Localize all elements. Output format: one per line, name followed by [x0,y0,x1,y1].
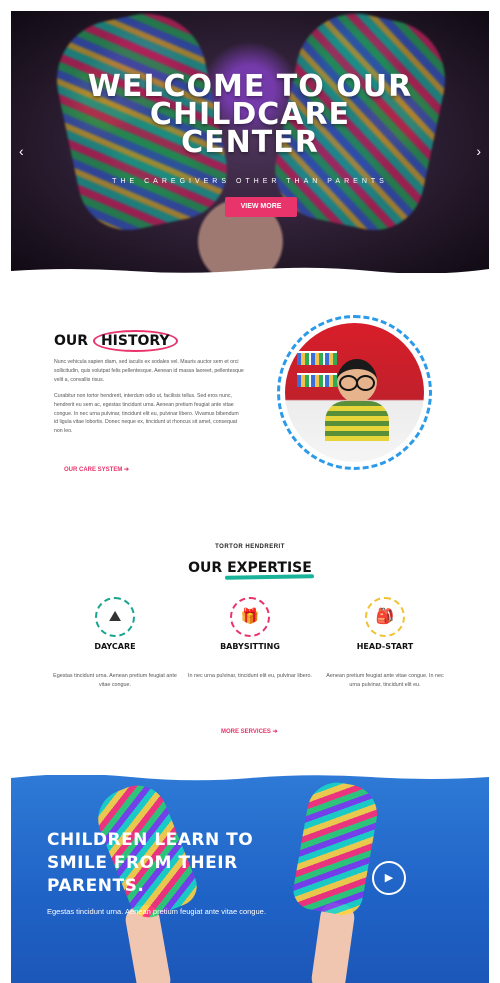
play-icon[interactable]: ▶ [372,861,406,895]
painted-hand-image [290,777,382,919]
expertise-title-highlight: Expertise [227,560,312,576]
hero-title: Welcome to our childcare center [87,69,413,160]
history-photo-frame [277,315,432,470]
service-name: Daycare [94,642,136,651]
service-description: Aenean pretium feugiat ante vitae congue… [326,673,444,688]
more-services-link[interactable]: MORE SERVICES ➔ [221,728,278,735]
history-title: Our History [54,330,178,352]
glasses [337,375,377,391]
service-description: Egestas tincidunt urna. Aenean pretium f… [53,673,177,688]
banner-title: Children learn to smile from their paren… [47,830,254,896]
view-more-button[interactable]: VIEW MORE [225,197,297,217]
history-paragraph-1: Nunc vehicula sapien diam, sed iaculis e… [54,359,244,383]
service-icon-circle: 🎒 [365,597,405,637]
service-head-start[interactable]: 🎒 Head-start Aenean pretium feugiat ante… [310,597,460,690]
wave-divider [11,267,489,273]
expertise-eyebrow: TORTOR HENDRERIT [215,544,285,550]
history-title-highlight: History [92,330,178,352]
service-icon-circle: ⛰ [95,597,135,637]
history-paragraph-2: Curabitur non tortor hendrerit, interdum… [54,393,239,435]
child-shirt [325,401,389,441]
service-name: Head-start [356,642,414,651]
hero-slider: ‹ › Welcome to our childcare center The … [11,11,489,273]
video-banner: Children learn to smile from their paren… [11,775,489,983]
bookshelf [297,351,337,365]
service-babysitting[interactable]: 🎁 Babysitting In nec urna pulvinar, tinc… [175,597,325,681]
service-description: In nec urna pulvinar, tincidunt elit eu,… [187,673,313,679]
child-photo [285,323,424,462]
backpack-icon: 🎒 [375,608,395,625]
landscape-icon: ⛰ [108,608,122,625]
gift-icon: 🎁 [240,608,260,625]
bookshelf [297,373,337,387]
service-icon-circle: 🎁 [230,597,270,637]
expertise-title: Our Expertise [188,560,312,576]
wave-divider [11,775,489,781]
hero-subtitle: The caregivers other than parents [112,178,388,185]
service-daycare[interactable]: ⛰ Daycare Egestas tincidunt urna. Aenean… [40,597,190,690]
service-name: Babysitting [220,642,280,651]
banner-subtitle: Egestas tincidunt urna. Aenean pretium f… [47,907,266,916]
our-care-system-link[interactable]: OUR CARE SYSTEM ➔ [64,466,129,473]
